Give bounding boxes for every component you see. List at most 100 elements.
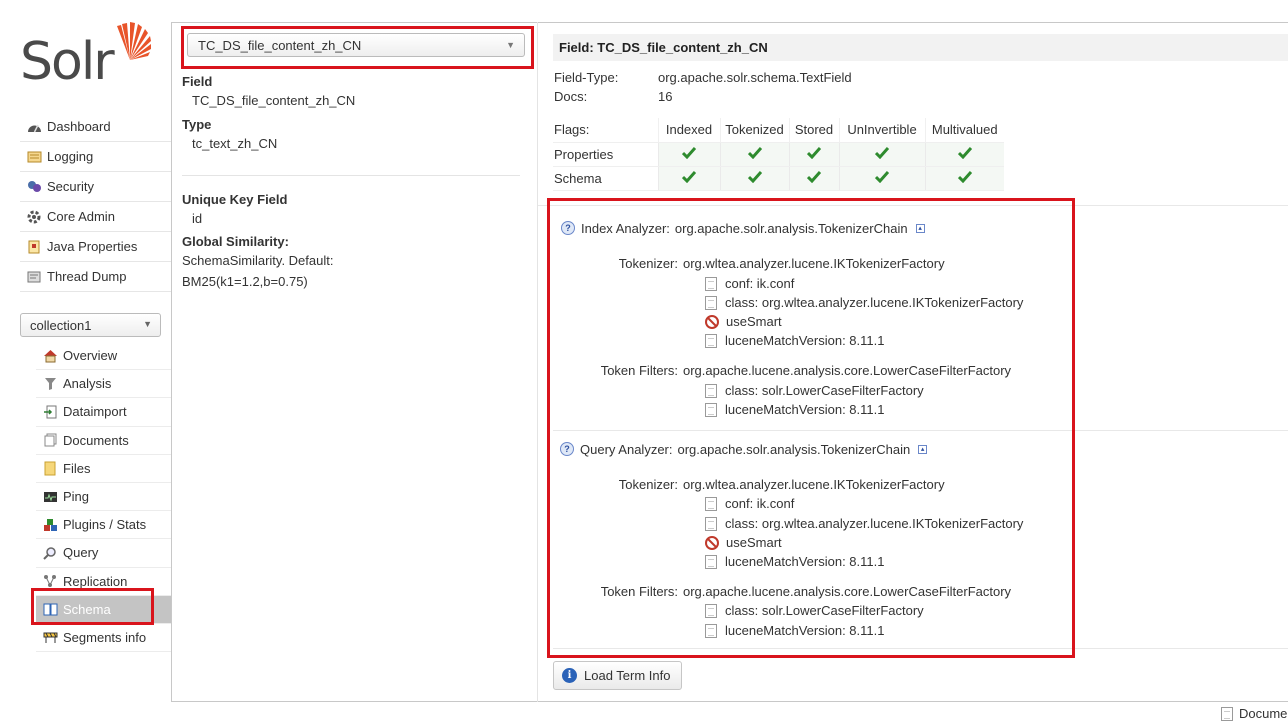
nav-dataimport[interactable]: Dataimport [36, 398, 172, 427]
flags-row-schema: Schema [553, 166, 1004, 191]
info-icon: i [562, 668, 577, 683]
nav-query[interactable]: Query [36, 539, 172, 568]
disabled-icon [705, 314, 719, 329]
help-icon[interactable]: ? [561, 221, 575, 235]
type-label: Type [182, 117, 212, 132]
nav-dashboard[interactable]: Dashboard [20, 112, 172, 142]
arg-text: useSmart [726, 314, 782, 329]
nav-query-label: Query [63, 545, 99, 561]
nav-plugins-stats-label: Plugins / Stats [63, 517, 147, 533]
collapse-icon[interactable]: ▴ [918, 444, 928, 454]
index-tokenizer-arg: conf: ik.conf [705, 276, 794, 291]
nav-security[interactable]: Security [20, 172, 172, 202]
divider [553, 430, 1288, 431]
logo-text: Solr [20, 32, 115, 92]
plugins-icon [42, 517, 58, 533]
arg-text: class: org.wltea.analyzer.lucene.IKToken… [725, 295, 1024, 310]
nav-security-label: Security [47, 179, 94, 194]
nav-java-properties-label: Java Properties [47, 239, 138, 254]
field-header: Field: TC_DS_file_content_zh_CN [553, 34, 1288, 61]
nav-files[interactable]: Files [36, 455, 172, 483]
disabled-icon [705, 535, 719, 550]
nav-segments-info[interactable]: Segments info [36, 624, 172, 653]
nav-replication[interactable]: Replication [36, 568, 172, 596]
help-icon[interactable]: ? [560, 442, 574, 456]
schema-info: Unique Key Field id Global Similarity: S… [182, 192, 522, 289]
index-filter-arg: class: solr.LowerCaseFilterFactory [705, 383, 924, 398]
nav-ping[interactable]: Ping [36, 483, 172, 512]
query-tokenizer-arg: luceneMatchVersion: 8.11.1 [705, 554, 884, 569]
query-filters-label: Token Filters: [600, 584, 678, 599]
check-icon [957, 146, 972, 159]
nav-analysis-label: Analysis [63, 376, 112, 392]
divider [553, 648, 1288, 649]
document-icon [705, 295, 717, 310]
nav-analysis[interactable]: Analysis [36, 370, 172, 399]
check-icon [875, 146, 889, 159]
collapse-icon[interactable]: ▴ [915, 223, 925, 233]
nav-segments-info-label: Segments info [63, 629, 147, 645]
arg-text: class: solr.LowerCaseFilterFactory [725, 383, 924, 398]
index-analyzer-prefix: Index Analyzer: [581, 220, 670, 236]
check-icon [682, 170, 696, 183]
check-icon [747, 146, 762, 159]
similarity-label: Global Similarity: [182, 234, 289, 249]
type-value[interactable]: tc_text_zh_CN [182, 136, 522, 151]
field-type-value: org.apache.solr.schema.TextField [658, 70, 852, 85]
index-filter-arg: luceneMatchVersion: 8.11.1 [705, 402, 884, 417]
index-filters-value: org.apache.lucene.analysis.core.LowerCas… [683, 363, 1012, 378]
solr-logo[interactable]: Solr [18, 18, 158, 92]
field-label: Field [182, 74, 213, 89]
documentation-link[interactable]: Documentation [1221, 706, 1288, 721]
arg-text: conf: ik.conf [725, 276, 795, 291]
col-tokenized: Tokenized [719, 118, 789, 143]
document-icon [705, 496, 717, 511]
query-tokenizer: Tokenizer: org.wltea.analyzer.lucene.IKT… [553, 477, 1288, 497]
flags-header-row: Flags: Indexed Tokenized Stored UnInvert… [553, 118, 1004, 143]
check-icon [682, 146, 696, 159]
query-analyzer-value: org.apache.solr.analysis.TokenizerChain [677, 441, 911, 457]
field-type-label: Field-Type: [554, 70, 619, 85]
nav-overview[interactable]: Overview [36, 342, 172, 371]
query-analyzer: ? Query Analyzer: org.apache.solr.analys… [553, 439, 1288, 459]
check-icon [957, 170, 972, 183]
query-tokenizer-arg: useSmart [705, 535, 782, 550]
nav-java-properties[interactable]: Java Properties [20, 232, 172, 262]
nav-thread-dump[interactable]: Thread Dump [20, 262, 172, 292]
index-filters: Token Filters: org.apache.lucene.analysi… [553, 363, 1288, 383]
field-selector-value: TC_DS_file_content_zh_CN [198, 37, 362, 53]
divider [538, 205, 1288, 206]
query-filters: Token Filters: org.apache.lucene.analysi… [553, 584, 1288, 604]
nav-documents[interactable]: Documents [36, 427, 172, 455]
arg-text: luceneMatchVersion: 8.11.1 [725, 623, 885, 638]
col-stored: Stored [788, 118, 839, 143]
index-tokenizer-arg: useSmart [705, 314, 782, 329]
nav-plugins-stats[interactable]: Plugins / Stats [36, 511, 172, 540]
magnifier-icon [42, 545, 58, 561]
load-term-info-button[interactable]: i Load Term Info [553, 661, 682, 690]
field-selector[interactable]: TC_DS_file_content_zh_CN ▼ [187, 33, 525, 57]
book-icon [42, 601, 58, 617]
query-filters-value: org.apache.lucene.analysis.core.LowerCas… [683, 584, 1012, 599]
index-tokenizer-label: Tokenizer: [618, 256, 678, 271]
nav-core-admin[interactable]: Core Admin [20, 202, 172, 232]
col-multivalued: Multivalued [924, 118, 1004, 143]
index-tokenizer-arg: luceneMatchVersion: 8.11.1 [705, 333, 884, 348]
core-selector-value: collection1 [30, 317, 92, 333]
core-selector[interactable]: collection1 ▼ [20, 313, 161, 337]
docs-label: Docs: [554, 89, 588, 104]
divider [182, 175, 520, 176]
logging-icon [26, 149, 42, 165]
index-analyzer-value: org.apache.solr.analysis.TokenizerChain [674, 220, 908, 236]
check-icon [807, 146, 821, 159]
field-type-row: Field-Type: org.apache.solr.schema.TextF… [554, 70, 852, 85]
chevron-down-icon: ▼ [143, 319, 152, 329]
nav-schema[interactable]: Schema [36, 595, 172, 624]
main-nav: Dashboard Logging Security Core Admin Ja… [20, 112, 172, 292]
home-icon [42, 348, 58, 364]
nav-logging[interactable]: Logging [20, 142, 172, 172]
thread-dump-icon [26, 269, 42, 285]
query-analyzer-prefix: Query Analyzer: [580, 441, 673, 457]
col-indexed: Indexed [657, 118, 720, 143]
arg-text: class: solr.LowerCaseFilterFactory [725, 603, 924, 618]
